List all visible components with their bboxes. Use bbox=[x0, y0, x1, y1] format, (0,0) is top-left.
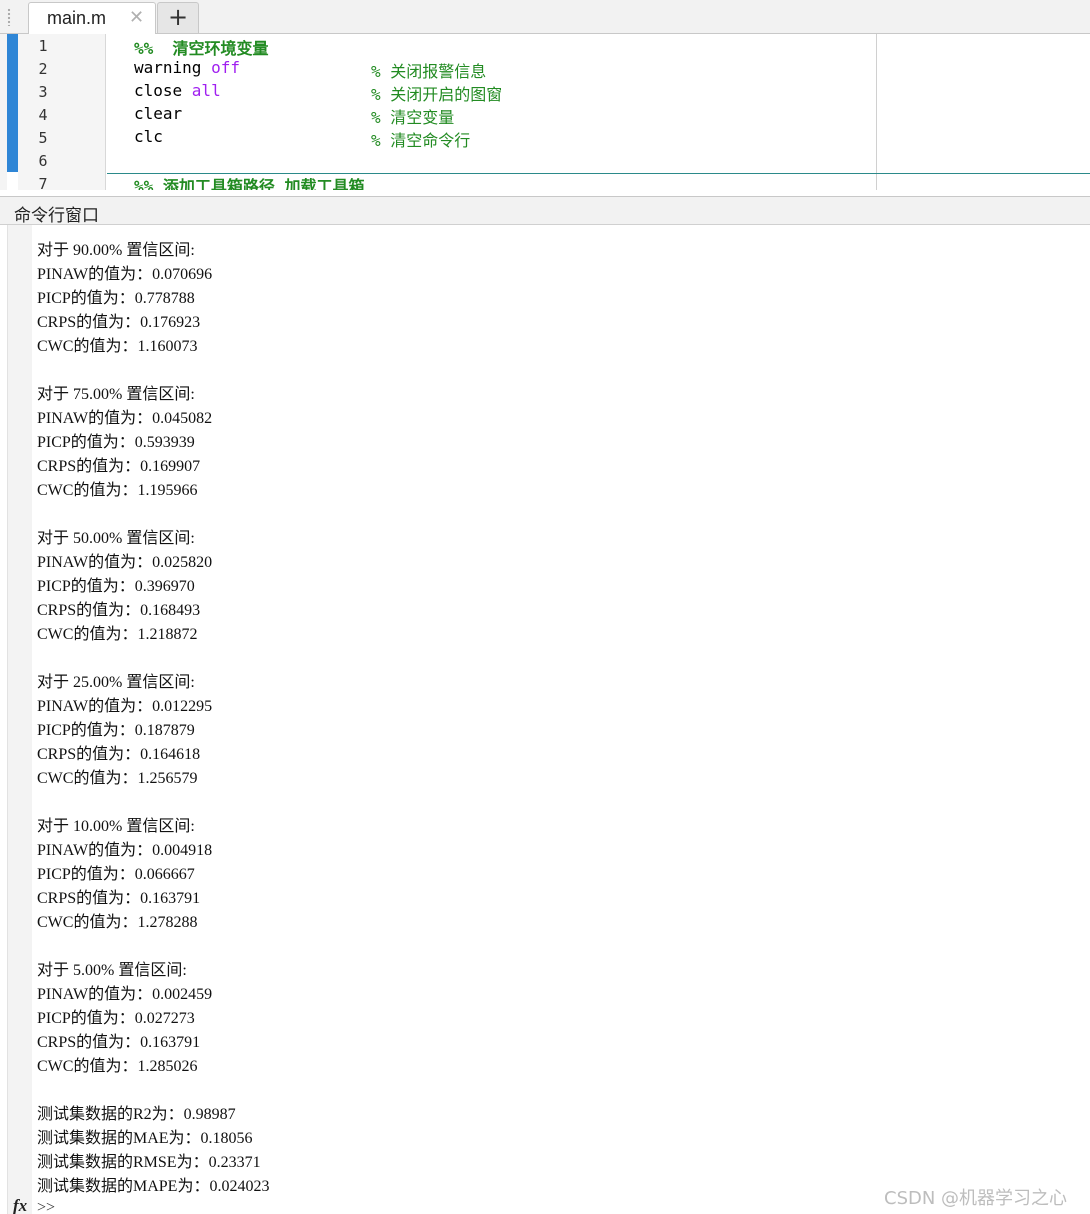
line-number: 1 bbox=[38, 37, 48, 55]
interval-header: 对于 50.00% 置信区间: bbox=[37, 530, 195, 547]
metric-line: CRPS的值为：0.164618 bbox=[37, 746, 201, 763]
code-line[interactable]: 7 %% 添加工具箱路径 加载工具箱 bbox=[0, 172, 1090, 190]
fx-icon[interactable]: fx bbox=[13, 1196, 27, 1214]
code-line[interactable]: 3 close all % 关闭开启的图窗 bbox=[0, 80, 1090, 104]
command-window-header: 命令行窗口 bbox=[0, 196, 1090, 226]
metric-line: CRPS的值为：0.169907 bbox=[37, 458, 201, 475]
line-number: 4 bbox=[38, 106, 48, 124]
metric-line: PICP的值为：0.396970 bbox=[37, 578, 195, 595]
command-window-gutter bbox=[8, 225, 32, 1214]
editor-tab-bar: main.m ✕ + bbox=[0, 0, 1090, 35]
code-statement: warning off bbox=[134, 58, 240, 77]
metric-line: CRPS的值为：0.163791 bbox=[37, 1034, 201, 1051]
metric-line: CRPS的值为：0.168493 bbox=[37, 602, 201, 619]
metric-line: PINAW的值为：0.004918 bbox=[37, 842, 213, 859]
summary-line: 测试集数据的RMSE为：0.23371 bbox=[37, 1154, 261, 1171]
metric-line: CWC的值为：1.256579 bbox=[37, 770, 198, 787]
code-editor[interactable]: 1 %% 清空环境变量 2 warning off % 关闭报警信息 3 clo… bbox=[0, 34, 1090, 190]
command-window-left-edge bbox=[0, 225, 8, 1214]
interval-header: 对于 5.00% 置信区间: bbox=[37, 962, 187, 979]
metric-line: PINAW的值为：0.070696 bbox=[37, 266, 213, 283]
code-keyword: off bbox=[211, 58, 240, 77]
drag-grip-icon[interactable] bbox=[7, 8, 11, 26]
line-number: 3 bbox=[38, 83, 48, 101]
code-command: clc bbox=[134, 127, 163, 146]
summary-line: 测试集数据的MAPE为：0.024023 bbox=[37, 1178, 270, 1195]
line-number: 7 bbox=[38, 175, 48, 190]
cell-title: %% 添加工具箱路径 加载工具箱 bbox=[134, 177, 365, 190]
line-number: 2 bbox=[38, 60, 48, 78]
command-prompt[interactable]: >> bbox=[37, 1199, 55, 1214]
metric-line: CWC的值为：1.160073 bbox=[37, 338, 198, 355]
metric-line: CRPS的值为：0.176923 bbox=[37, 314, 201, 331]
metric-line: PICP的值为：0.027273 bbox=[37, 1010, 195, 1027]
metric-line: PICP的值为：0.187879 bbox=[37, 722, 195, 739]
code-line[interactable]: 6 bbox=[0, 149, 1090, 172]
add-tab-button[interactable]: + bbox=[157, 2, 199, 33]
interval-header: 对于 25.00% 置信区间: bbox=[37, 674, 195, 691]
close-icon[interactable]: ✕ bbox=[129, 7, 144, 29]
metric-line: PINAW的值为：0.045082 bbox=[37, 410, 213, 427]
metric-line: PINAW的值为：0.002459 bbox=[37, 986, 213, 1003]
watermark: CSDN @机器学习之心 bbox=[884, 1188, 1068, 1209]
interval-header: 对于 10.00% 置信区间: bbox=[37, 818, 195, 835]
metric-line: CRPS的值为：0.163791 bbox=[37, 890, 201, 907]
line-number: 6 bbox=[38, 152, 48, 170]
interval-header: 对于 75.00% 置信区间: bbox=[37, 386, 195, 403]
code-comment: % 关闭报警信息 bbox=[371, 62, 487, 81]
code-command: close bbox=[134, 81, 192, 100]
code-line[interactable]: 1 %% 清空环境变量 bbox=[0, 34, 1090, 58]
tab-main-m[interactable]: main.m ✕ bbox=[28, 2, 156, 35]
tab-label: main.m bbox=[47, 8, 107, 28]
code-line[interactable]: 5 clc % 清空命令行 bbox=[0, 126, 1090, 150]
metric-line: PICP的值为：0.593939 bbox=[37, 434, 195, 451]
interval-header: 对于 90.00% 置信区间: bbox=[37, 242, 195, 259]
metric-line: CWC的值为：1.218872 bbox=[37, 626, 198, 643]
summary-line: 测试集数据的R2为：0.98987 bbox=[37, 1106, 236, 1123]
line-number: 5 bbox=[38, 129, 48, 147]
metric-line: PINAW的值为：0.012295 bbox=[37, 698, 213, 715]
code-command: clear bbox=[134, 104, 183, 123]
metric-line: CWC的值为：1.195966 bbox=[37, 482, 198, 499]
summary-line: 测试集数据的MAE为：0.18056 bbox=[37, 1130, 253, 1147]
metric-line: CWC的值为：1.278288 bbox=[37, 914, 198, 931]
code-comment: % 清空变量 bbox=[371, 108, 455, 127]
code-statement: close all bbox=[134, 81, 221, 100]
metric-line: CWC的值为：1.285026 bbox=[37, 1058, 198, 1075]
command-window-title: 命令行窗口 bbox=[14, 206, 99, 226]
metric-line: PICP的值为：0.066667 bbox=[37, 866, 195, 883]
code-command: warning bbox=[134, 58, 212, 77]
code-comment: % 关闭开启的图窗 bbox=[371, 85, 503, 104]
metric-line: PICP的值为：0.778788 bbox=[37, 290, 195, 307]
code-comment: % 清空命令行 bbox=[371, 131, 471, 150]
code-line[interactable]: 4 clear % 清空变量 bbox=[0, 103, 1090, 127]
metric-line: PINAW的值为：0.025820 bbox=[37, 554, 213, 571]
code-line[interactable]: 2 warning off % 关闭报警信息 bbox=[0, 57, 1090, 81]
code-keyword: all bbox=[191, 81, 221, 100]
cell-title: %% 清空环境变量 bbox=[134, 39, 269, 58]
